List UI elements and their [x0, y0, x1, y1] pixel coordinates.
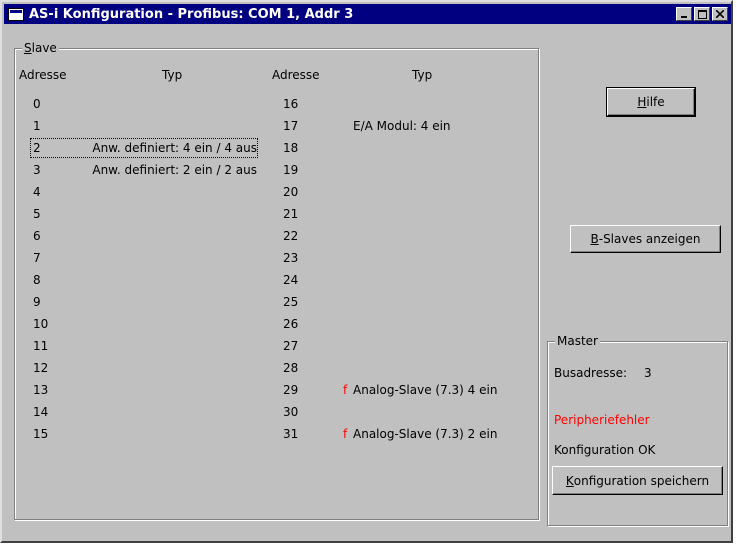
configuration-status-text: Konfiguration OK: [554, 443, 656, 457]
header-typ-right: Typ: [412, 68, 433, 82]
window-app-icon[interactable]: [8, 7, 24, 21]
slave-row[interactable]: 5: [29, 203, 259, 225]
busadresse-label: Busadresse:: [554, 366, 628, 380]
slave-row[interactable]: 23: [279, 247, 535, 269]
slave-row[interactable]: 15: [29, 423, 259, 445]
slave-row[interactable]: 31 f Analog-Slave (7.3) 2 ein: [279, 423, 535, 445]
slave-row[interactable]: 12: [29, 357, 259, 379]
slave-address: 11: [33, 339, 49, 353]
slave-address: 12: [33, 361, 49, 375]
slave-address: 2: [33, 141, 41, 155]
slave-row[interactable]: 29 f Analog-Slave (7.3) 4 ein: [279, 379, 535, 401]
slave-row[interactable]: 7: [29, 247, 259, 269]
slave-row[interactable]: 2 Anw. definiert: 4 ein / 4 aus: [29, 137, 259, 159]
slave-type: Analog-Slave (7.3) 2 ein: [353, 427, 498, 441]
close-button[interactable]: [712, 7, 728, 21]
slave-type: E/A Modul: 4 ein: [353, 119, 451, 133]
maximize-icon: [697, 9, 707, 19]
slave-address: 23: [283, 251, 299, 265]
minimize-button[interactable]: [676, 7, 692, 21]
slave-address: 10: [33, 317, 49, 331]
slave-address: 1: [33, 119, 41, 133]
slave-address: 9: [33, 295, 41, 309]
header-typ-left: Typ: [162, 68, 183, 82]
slave-address: 4: [33, 185, 41, 199]
slave-row[interactable]: 11: [29, 335, 259, 357]
slave-row[interactable]: 1: [29, 115, 259, 137]
header-adresse-right: Adresse: [272, 68, 320, 82]
close-icon: [716, 10, 724, 18]
slave-row[interactable]: 26: [279, 313, 535, 335]
dialog-client-area: Slave Adresse Typ Adresse Typ 0 1 2 Anw. de…: [10, 26, 729, 538]
slave-row[interactable]: 20: [279, 181, 535, 203]
slave-row[interactable]: 27: [279, 335, 535, 357]
slave-address: 26: [283, 317, 299, 331]
master-groupbox: Master Busadresse: 3 Peripheriefehler Ko…: [547, 333, 728, 526]
slave-row[interactable]: 0: [29, 93, 259, 115]
slave-address: 5: [33, 207, 41, 221]
slave-address: 14: [33, 405, 49, 419]
maximize-button[interactable]: [694, 7, 710, 21]
slave-type: Analog-Slave (7.3) 4 ein: [353, 383, 498, 397]
slave-row[interactable]: 30: [279, 401, 535, 423]
slave-address: 13: [33, 383, 49, 397]
slave-row[interactable]: 28: [279, 357, 535, 379]
slave-address: 7: [33, 251, 41, 265]
slave-fault-flag: f: [343, 383, 348, 397]
slave-address: 16: [283, 97, 299, 111]
slave-row[interactable]: 21: [279, 203, 535, 225]
slave-address: 29: [283, 383, 299, 397]
slave-row[interactable]: 22: [279, 225, 535, 247]
slave-address: 24: [283, 273, 299, 287]
slave-type: Anw. definiert: 2 ein / 2 aus: [92, 163, 257, 177]
slave-address: 0: [33, 97, 41, 111]
slave-address: 28: [283, 361, 299, 375]
slave-address: 6: [33, 229, 41, 243]
slave-address: 3: [33, 163, 41, 177]
slave-row[interactable]: 18: [279, 137, 535, 159]
master-group-label: Master: [555, 333, 600, 349]
slave-address: 17: [283, 119, 299, 133]
save-configuration-button[interactable]: Konfiguration speichern: [552, 466, 723, 495]
slave-row[interactable]: 4: [29, 181, 259, 203]
slave-address: 20: [283, 185, 299, 199]
peripheral-error-text: Peripheriefehler: [554, 413, 650, 427]
slave-row[interactable]: 25: [279, 291, 535, 313]
slave-row[interactable]: 14: [29, 401, 259, 423]
slave-address: 31: [283, 427, 299, 441]
slave-address: 18: [283, 141, 299, 155]
slave-address: 15: [33, 427, 49, 441]
slave-address: 25: [283, 295, 299, 309]
slave-row[interactable]: 13: [29, 379, 259, 401]
main-window: AS-i Konfiguration - Profibus: COM 1, Ad…: [0, 0, 733, 543]
slave-address: 22: [283, 229, 299, 243]
busadresse-value: 3: [644, 366, 652, 380]
minimize-icon: [681, 16, 687, 18]
slave-fault-flag: f: [343, 427, 348, 441]
slave-row[interactable]: 9: [29, 291, 259, 313]
slave-group-label: Slave: [22, 40, 59, 56]
slave-row[interactable]: 6: [29, 225, 259, 247]
slave-row[interactable]: 19: [279, 159, 535, 181]
slave-row[interactable]: 8: [29, 269, 259, 291]
header-adresse-left: Adresse: [19, 68, 67, 82]
slave-address: 8: [33, 273, 41, 287]
slave-type: Anw. definiert: 4 ein / 4 aus: [92, 141, 257, 155]
slave-groupbox: Slave Adresse Typ Adresse Typ 0 1 2 Anw. de…: [14, 40, 539, 520]
help-button[interactable]: Hilfe: [606, 87, 696, 117]
slave-address: 19: [283, 163, 299, 177]
slave-row[interactable]: 16: [279, 93, 535, 115]
slave-row[interactable]: 24: [279, 269, 535, 291]
window-title: AS-i Konfiguration - Profibus: COM 1, Ad…: [29, 6, 354, 22]
slave-address: 27: [283, 339, 299, 353]
slave-row[interactable]: 10: [29, 313, 259, 335]
slave-row[interactable]: 17 E/A Modul: 4 ein: [279, 115, 535, 137]
show-b-slaves-button[interactable]: B -Slaves anzeigen: [570, 225, 721, 253]
title-bar[interactable]: AS-i Konfiguration - Profibus: COM 1, Ad…: [4, 4, 731, 24]
slave-address: 21: [283, 207, 299, 221]
slave-address: 30: [283, 405, 299, 419]
slave-row[interactable]: 3 Anw. definiert: 2 ein / 2 aus: [29, 159, 259, 181]
